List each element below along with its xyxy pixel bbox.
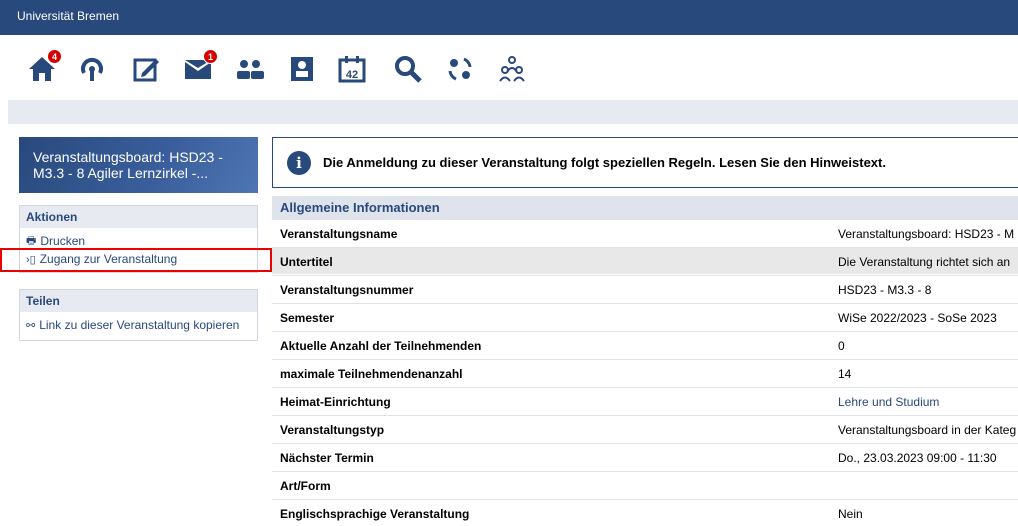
row-value: Nein [838, 507, 863, 521]
home-badge: 4 [47, 49, 62, 64]
row-value: WiSe 2022/2023 - SoSe 2023 [838, 311, 997, 325]
calendar-day-label: 42 [346, 69, 358, 81]
row-label: Heimat-Einrichtung [280, 395, 391, 409]
table-row: Semester WiSe 2022/2023 - SoSe 2023 [272, 303, 1018, 330]
actions-widget-title: Aktionen [20, 206, 257, 228]
main-navigation: 4 1 42 [0, 35, 1018, 100]
brand-label: Universität Bremen [17, 9, 120, 23]
row-label: Englischsprachige Veranstaltung [280, 507, 470, 521]
print-action-label: Drucken [40, 234, 86, 248]
row-value: Veranstaltungsboard in der Kateg [838, 423, 1017, 437]
tools-icon[interactable] [444, 53, 476, 85]
copy-link-label: Link zu dieser Veranstaltung kopieren [39, 318, 240, 332]
row-label: Nächster Termin [280, 451, 374, 465]
row-value-link[interactable]: Lehre und Studium [838, 395, 939, 409]
info-icon: i [287, 150, 311, 175]
row-label: Art/Form [280, 479, 331, 493]
table-row: Heimat-Einrichtung Lehre und Studium [272, 387, 1018, 414]
table-row: Art/Form [272, 471, 1018, 498]
mail-badge: 1 [203, 49, 218, 64]
edit-icon[interactable] [130, 53, 162, 85]
home-icon[interactable]: 4 [26, 49, 62, 85]
table-row: Englischsprachige Veranstaltung Nein [272, 499, 1018, 526]
row-label: Veranstaltungsnummer [280, 283, 414, 297]
calendar-icon[interactable]: 42 [336, 53, 368, 85]
search-icon[interactable] [392, 53, 424, 85]
row-label: Semester [280, 311, 335, 325]
table-row: Veranstaltungsname Veranstaltungsboard: H… [272, 219, 1018, 246]
table-row: Nächster Termin Do., 23.03.2023 09:00 - 1… [272, 443, 1018, 470]
breadcrumb-bar [8, 100, 1018, 124]
row-value: Veranstaltungsboard: HSD23 - M [838, 227, 1015, 241]
highlight-frame [0, 248, 272, 272]
row-label: Veranstaltungstyp [280, 423, 385, 437]
row-value: Die Veranstaltung richtet sich an [838, 255, 1011, 269]
row-value: 0 [838, 339, 845, 353]
groups-icon[interactable] [496, 53, 528, 85]
link-icon: ⚯ [26, 319, 36, 332]
course-title: Veranstaltungsboard: HSD23 - M3.3 - 8 Ag… [33, 149, 223, 181]
info-notice: i Die Anmeldung zu dieser Veranstaltung … [272, 137, 1018, 188]
table-row: Aktuelle Anzahl der Teilnehmenden 0 [272, 331, 1018, 358]
table-row: Veranstaltungstyp Veranstaltungsboard in … [272, 415, 1018, 442]
profile-icon[interactable] [286, 53, 318, 85]
row-label: Untertitel [280, 255, 333, 269]
row-value: 14 [838, 367, 852, 381]
community-icon[interactable] [234, 53, 266, 85]
share-widget-title: Teilen [20, 290, 257, 312]
row-value: HSD23 - M3.3 - 8 [838, 283, 932, 297]
copy-link-action[interactable]: ⚯ Link zu dieser Veranstaltung kopieren [20, 316, 257, 334]
table-row: Untertitel Die Veranstaltung richtet sich… [272, 247, 1018, 274]
row-label: Veranstaltungsname [280, 227, 398, 241]
top-bar: Universität Bremen [0, 0, 1018, 35]
course-title-box: Veranstaltungsboard: HSD23 - M3.3 - 8 Ag… [19, 137, 258, 193]
table-row: maximale Teilnehmendenanzahl 14 [272, 359, 1018, 386]
row-label: Aktuelle Anzahl der Teilnehmenden [280, 339, 482, 353]
mail-icon[interactable]: 1 [182, 49, 218, 85]
share-widget: Teilen ⚯ Link zu dieser Veranstaltung ko… [19, 289, 258, 341]
row-value: Do., 23.03.2023 09:00 - 11:30 [838, 451, 997, 465]
table-row: Veranstaltungsnummer HSD23 - M3.3 - 8 [272, 275, 1018, 302]
section-title: Allgemeine Informationen [272, 196, 1018, 219]
row-label: maximale Teilnehmendenanzahl [280, 367, 463, 381]
info-notice-text: Die Anmeldung zu dieser Veranstaltung fo… [323, 155, 886, 170]
activity-icon[interactable] [76, 53, 108, 85]
